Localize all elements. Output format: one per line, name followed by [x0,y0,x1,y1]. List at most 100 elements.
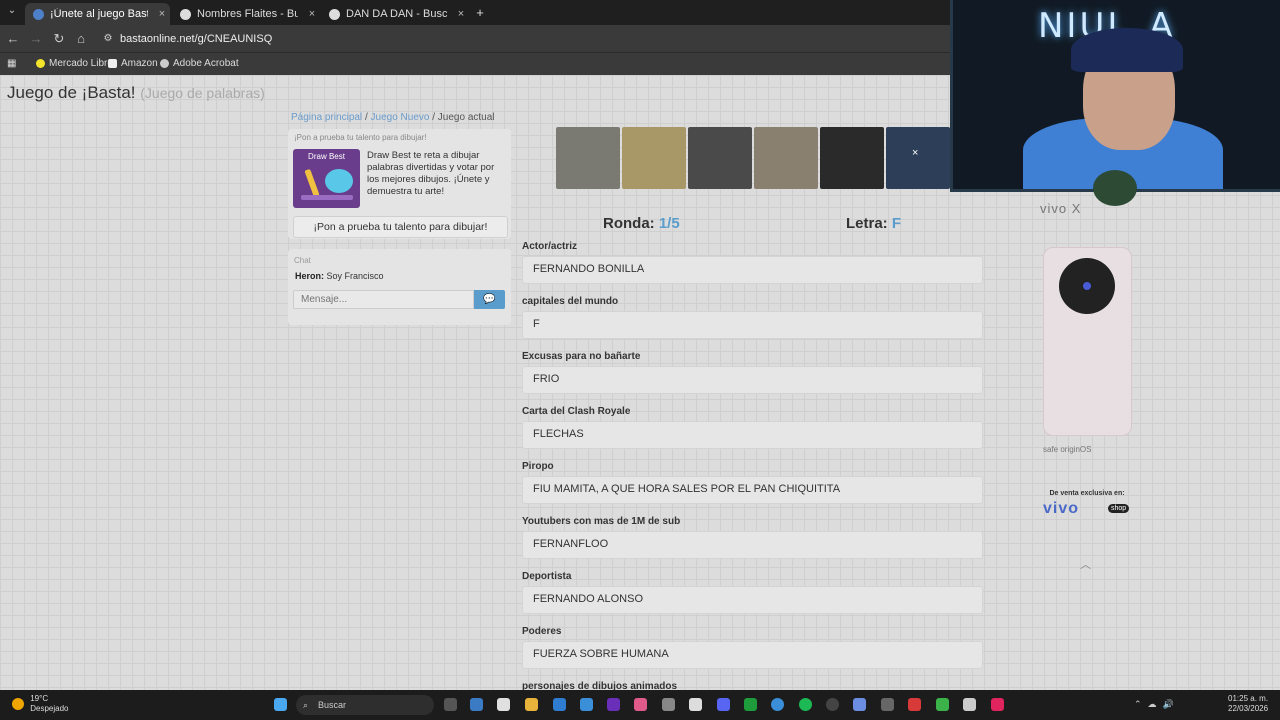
google-favicon-icon [180,8,191,20]
audio-mixer-icon[interactable] [881,698,894,711]
app-icon[interactable] [553,698,566,711]
new-tab-button[interactable]: + [472,5,488,20]
site-info-icon[interactable]: ⚙ [100,33,116,44]
ad-badges: safe originOS [1043,445,1092,454]
windows-start-icon[interactable] [274,698,287,711]
tab-title: Nombres Flaites - Buscar con Go [197,8,298,20]
breadcrumb-new-game-link[interactable]: Juego Nuevo [371,112,430,123]
apps-grid-icon[interactable]: ▦ [7,58,16,69]
field-input-youtubers[interactable]: FERNANFLOO [522,531,983,559]
page-subtitle: (Juego de palabras) [140,85,265,101]
app-icon[interactable] [963,698,976,711]
google-favicon-icon [329,8,340,20]
letter-indicator: Letra: F [846,215,902,232]
app-next-icon[interactable] [607,698,620,711]
breadcrumb: Página principal / Juego Nuevo / Juego a… [291,112,495,123]
amazon-icon [108,59,117,68]
store-icon[interactable] [497,698,510,711]
weather-widget[interactable]: 19°C Despejado [12,694,68,714]
taskbar-clock[interactable]: 01:25 a. m. 22/03/2026 [1228,694,1268,714]
reload-icon[interactable]: ↻ [51,31,67,47]
system-tray[interactable]: ⌃☁🔊 [1134,699,1180,710]
tab-search-icon[interactable]: ⌄ [4,5,20,16]
settings-icon[interactable] [470,698,483,711]
tab-dan-da-dan[interactable]: DAN DA DAN - Buscar con Googl × [321,3,469,25]
phone-image [1043,247,1132,436]
breadcrumb-current: Juego actual [437,112,495,123]
ad-thumbnail-eagle-necklace[interactable] [754,127,818,189]
field-input-capitals[interactable]: F [522,311,983,339]
streamer-cap [1071,28,1183,72]
ad-thumbnail-helmet-figure[interactable] [622,127,686,189]
close-tab-icon[interactable]: × [304,8,320,20]
vivo-phone-ad[interactable]: vivo X safe originOS De venta exclusiva … [1037,193,1137,571]
app-icon[interactable] [853,698,866,711]
webcam-overlay: NIUL_A [950,0,1280,192]
shop-badge: shop [1108,504,1130,513]
photos-icon[interactable] [634,698,647,711]
notepad-icon[interactable] [580,698,593,711]
bookmark-adobe-acrobat[interactable]: Adobe Acrobat [160,58,239,69]
letter-value: F [891,215,902,232]
breadcrumb-home-link[interactable]: Página principal [291,112,362,123]
taskbar-search[interactable]: ⌕ Buscar [296,695,434,715]
bookmark-amazon[interactable]: Amazon [108,58,158,69]
discord-icon[interactable] [717,698,730,711]
field-input-athlete[interactable]: FERNANDO ALONSO [522,586,983,614]
snipping-icon[interactable] [689,698,702,711]
mercado-libre-icon [36,59,45,68]
chat-message-input[interactable] [293,290,474,309]
obs-icon[interactable] [662,698,675,711]
xbox-icon[interactable] [744,698,757,711]
send-message-button[interactable]: 💬 [474,290,505,309]
chat-bubble-icon: 💬 [483,294,496,305]
field-input-clash-royale[interactable]: FLECHAS [522,421,983,449]
round-value: 1/5 [658,215,680,232]
chat-panel: Chat Heron: Soy Francisco 💬 [288,249,511,325]
task-view-icon[interactable] [444,698,457,711]
app-tf-icon[interactable] [908,698,921,711]
weather-sun-icon [12,698,24,710]
basta-favicon-icon [33,8,44,20]
field-label-youtubers: Youtubers con mas de 1M de sub [522,516,681,527]
round-indicator: Ronda: 1/5 [603,215,680,232]
ad-thumbnail-black-dress[interactable] [688,127,752,189]
field-input-piropo[interactable]: FIU MAMITA, A QUE HORA SALES POR EL PAN … [522,476,983,504]
search-icon: ⌕ [303,700,309,710]
chevron-up-icon[interactable]: ︿ [1080,556,1091,572]
close-ad-icon[interactable]: × [912,147,918,159]
field-input-powers[interactable]: FUERZA SOBRE HUMANA [522,641,983,669]
app-icon[interactable] [826,698,839,711]
tab-title: DAN DA DAN - Buscar con Googl [346,8,447,20]
vivo-shop-logo: vivo [1043,500,1080,517]
forward-icon[interactable]: → [28,31,44,46]
promo-heading: ¡Pon a prueba tu talento para dibujar! [294,133,427,142]
spotify-icon[interactable] [799,698,812,711]
page-title: Juego de ¡Basta! (Juego de palabras) [7,83,265,102]
draw-challenge-button[interactable]: ¡Pon a prueba tu talento para dibujar! [293,216,508,238]
draw-best-image[interactable]: Draw Best [293,149,360,208]
url-input[interactable]: bastaonline.net/g/CNEAUNISQ [120,33,272,45]
field-input-excuses[interactable]: FRIO [522,366,983,394]
close-tab-icon[interactable]: × [453,8,469,20]
tab-basta[interactable]: ¡Únete al juego Basta! × [25,3,170,25]
close-tab-icon[interactable]: × [154,8,170,20]
chrome-icon[interactable] [771,698,784,711]
home-icon[interactable]: ⌂ [73,31,89,46]
chat-message: Heron: Soy Francisco [295,271,384,281]
ad-sale-text: De venta exclusiva en: [1049,490,1125,497]
field-label-powers: Poderes [522,626,562,637]
bookmark-mercado-libre[interactable]: Mercado Libre [36,58,113,69]
ad-thumbnail-eagle-pendant[interactable] [556,127,620,189]
file-explorer-icon[interactable] [525,698,538,711]
field-input-actor[interactable]: FERNANDO BONILLA [522,256,983,284]
tab-nombres-flaites[interactable]: Nombres Flaites - Buscar con Go × [172,3,320,25]
promo-text: Draw Best te reta a dibujar palabras div… [367,150,495,197]
field-label-athlete: Deportista [522,571,572,582]
ad-thumbnail-bucket-hat[interactable]: × [886,127,950,189]
acrobat-icon [160,59,169,68]
app-icon[interactable] [936,698,949,711]
ad-thumbnail-black-outfit[interactable] [820,127,884,189]
tiktok-icon[interactable] [991,698,1004,711]
back-icon[interactable]: ← [5,31,21,46]
